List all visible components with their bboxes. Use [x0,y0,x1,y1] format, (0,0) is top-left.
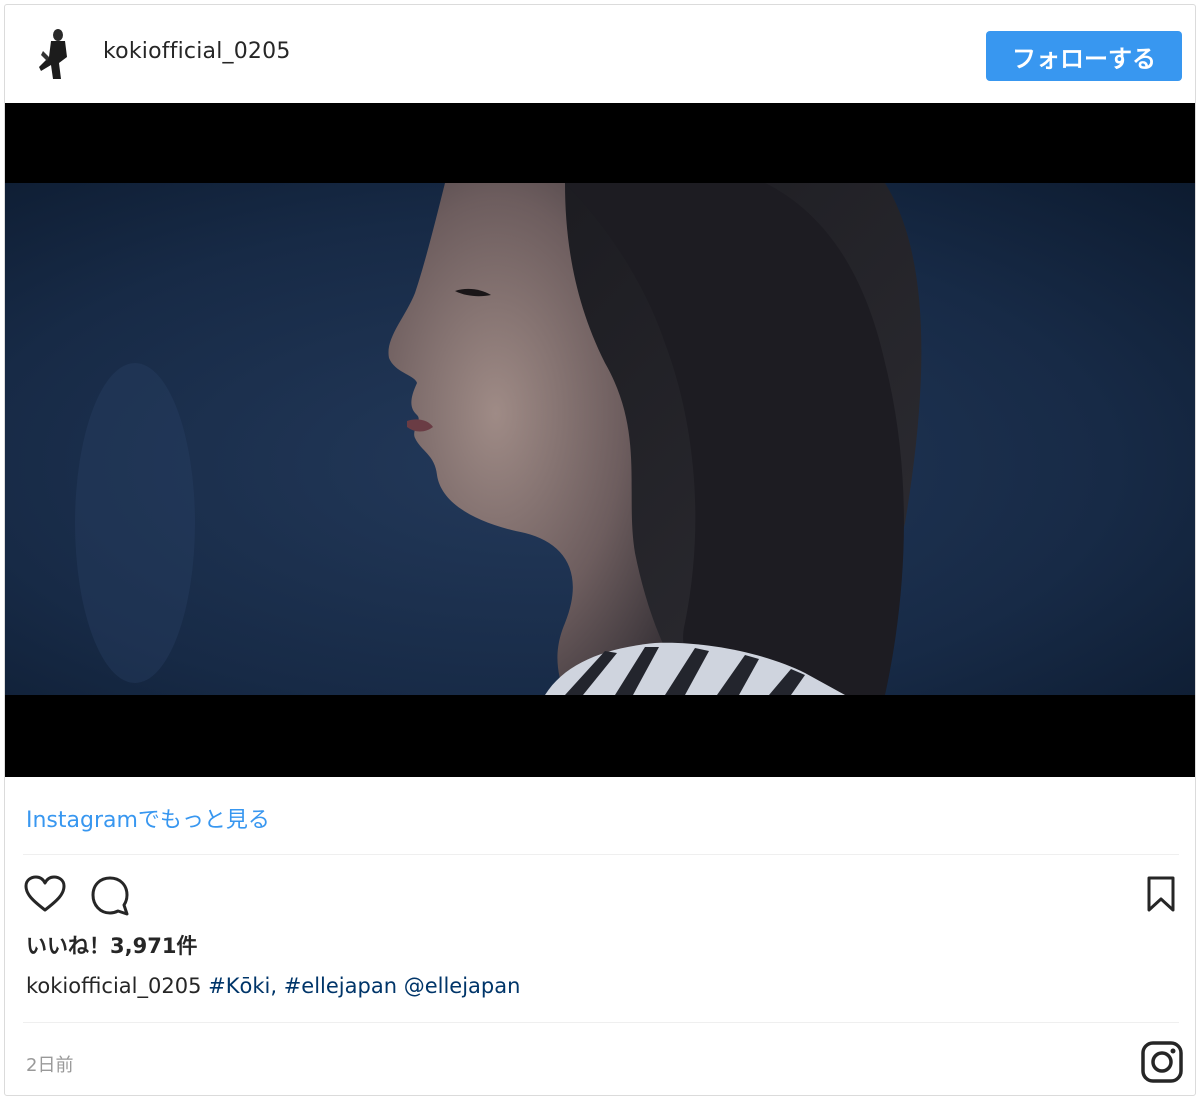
post-timestamp: 2日前 [26,1055,74,1076]
hashtag-koki[interactable]: #Kōki, [208,974,277,998]
post-actions [5,865,1195,925]
post-caption: kokiofficial_0205 #Kōki, #ellejapan @ell… [26,974,520,998]
avatar[interactable] [29,27,79,83]
comment-icon[interactable] [89,875,131,921]
follow-button[interactable]: フォローする [986,31,1182,81]
instagram-embed-card: kokiofficial_0205 フォローする Instagramでもっと見る… [4,4,1196,1096]
divider [23,854,1179,855]
mention-ellejapan[interactable]: @ellejapan [404,974,521,998]
instagram-logo-icon[interactable] [1140,1040,1184,1088]
post-video[interactable] [5,103,1195,777]
hashtag-ellejapan[interactable]: #ellejapan [284,974,397,998]
header-username[interactable]: kokiofficial_0205 [103,39,291,64]
caption-username[interactable]: kokiofficial_0205 [26,974,201,998]
divider [23,1022,1179,1023]
bookmark-icon[interactable] [1146,875,1176,917]
view-more-on-instagram-link[interactable]: Instagramでもっと見る [26,802,270,834]
heart-icon[interactable] [24,875,66,917]
video-frame-image [5,103,1195,777]
like-count: いいね！3,971件 [26,934,198,958]
post-header: kokiofficial_0205 フォローする [5,5,1195,105]
